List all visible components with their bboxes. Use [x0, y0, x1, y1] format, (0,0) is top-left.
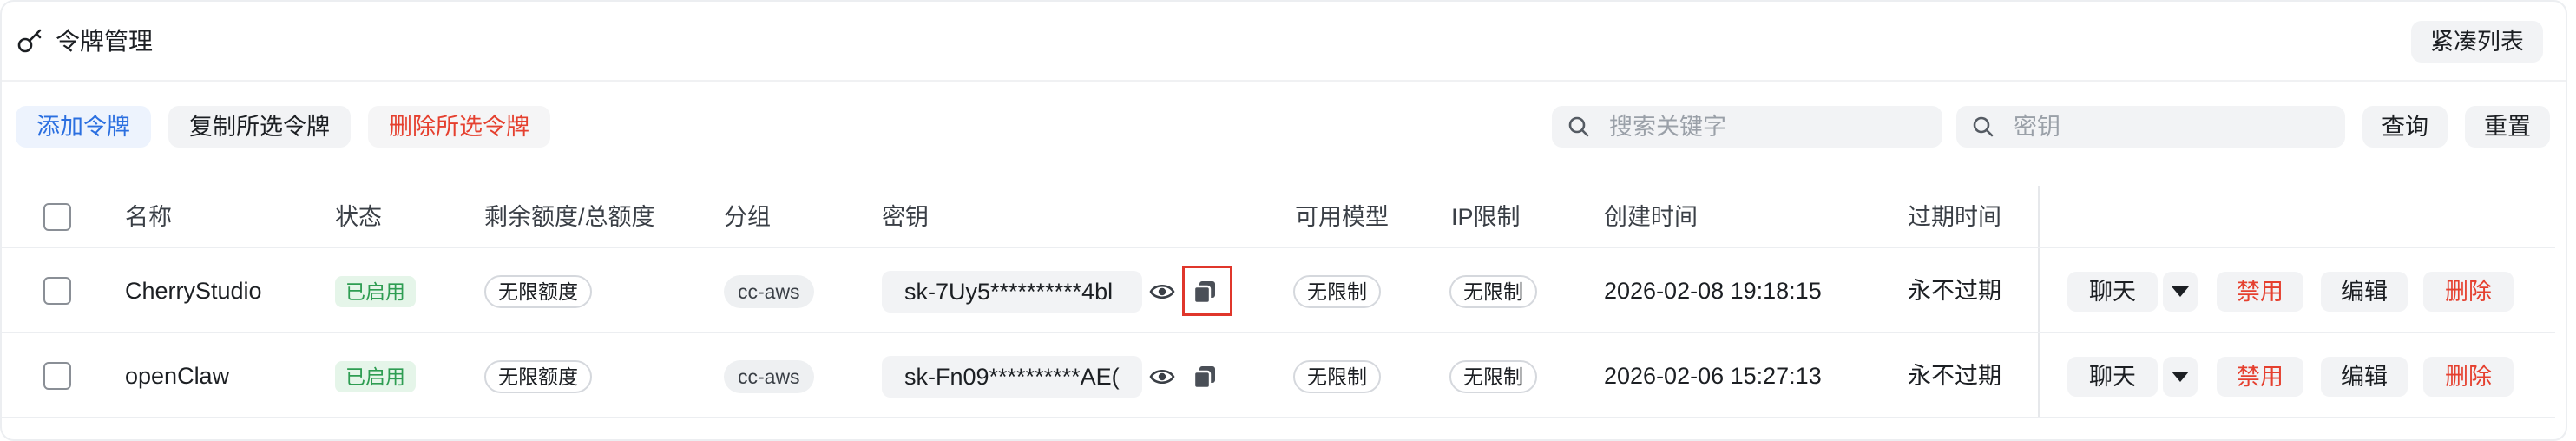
- query-button[interactable]: 查询: [2362, 106, 2448, 148]
- edit-button[interactable]: 编辑: [2321, 357, 2408, 397]
- column-header-status: 状态: [335, 204, 382, 230]
- status-badge: 已启用: [335, 276, 416, 307]
- column-header-quota: 剩余额度/总额度: [484, 204, 655, 230]
- chat-dropdown-button[interactable]: [2163, 357, 2198, 397]
- page-title: 令牌管理: [56, 28, 154, 55]
- group-badge: cc-aws: [724, 275, 814, 308]
- token-name: CherryStudio: [125, 278, 262, 304]
- add-token-button[interactable]: 添加令牌: [16, 106, 151, 148]
- column-header-models: 可用模型: [1295, 204, 1389, 230]
- ip-limit-badge: 无限制: [1449, 275, 1537, 308]
- column-header-expires: 过期时间: [1908, 204, 2001, 230]
- copy-button-highlight: [1182, 266, 1232, 316]
- key-search-input[interactable]: 密钥: [1956, 106, 2345, 148]
- copy-selected-tokens-button[interactable]: 复制所选令牌: [168, 106, 351, 148]
- key-value: sk-Fn09**********AE(: [904, 364, 1120, 390]
- compact-list-button[interactable]: 紧凑列表: [2411, 21, 2543, 63]
- token-management-panel: 令牌管理 紧凑列表 添加令牌 复制所选令牌 删除所选令牌 搜索关键字 密钥 查询…: [0, 0, 2567, 441]
- table-row: openClaw 已启用 无限额度 cc-aws sk-Fn09********…: [2, 333, 2555, 418]
- delete-button[interactable]: 删除: [2423, 272, 2514, 312]
- token-name: openClaw: [125, 363, 230, 389]
- eye-icon[interactable]: [1149, 365, 1175, 388]
- column-header-name: 名称: [125, 204, 172, 230]
- toolbar: 添加令牌 复制所选令牌 删除所选令牌 搜索关键字 密钥 查询 重置: [2, 82, 2566, 160]
- delete-selected-tokens-button[interactable]: 删除所选令牌: [368, 106, 550, 148]
- reset-button[interactable]: 重置: [2465, 106, 2550, 148]
- table-header: 名称 状态 剩余额度/总额度 分组 密钥 可用模型 IP限制 创建时间 过期时间: [2, 186, 2555, 248]
- key-icon: [17, 29, 42, 53]
- key-value: sk-7Uy5**********4bl: [904, 279, 1114, 305]
- panel-header: 令牌管理 紧凑列表: [2, 2, 2566, 82]
- search-icon: [1973, 116, 1994, 137]
- copy-icon[interactable]: [1193, 365, 1217, 389]
- delete-button[interactable]: 删除: [2423, 357, 2514, 397]
- models-badge: 无限制: [1293, 275, 1381, 308]
- disable-button[interactable]: 禁用: [2217, 272, 2303, 312]
- quota-badge: 无限额度: [484, 275, 592, 308]
- chat-dropdown-button[interactable]: [2163, 272, 2198, 312]
- keyword-search-placeholder: 搜索关键字: [1609, 114, 1726, 140]
- column-header-group: 分组: [724, 204, 771, 230]
- column-header-key: 密钥: [882, 204, 929, 230]
- eye-icon[interactable]: [1149, 280, 1175, 303]
- models-badge: 无限制: [1293, 360, 1381, 393]
- select-all-checkbox[interactable]: [43, 203, 71, 231]
- column-header-created: 创建时间: [1604, 204, 1698, 230]
- key-search-placeholder: 密钥: [2014, 114, 2060, 140]
- created-time: 2026-02-06 15:27:13: [1604, 363, 1822, 389]
- group-badge: cc-aws: [724, 360, 814, 393]
- table-row: CherryStudio 已启用 无限额度 cc-aws sk-7Uy5****…: [2, 248, 2555, 333]
- expire-time: 永不过期: [1908, 363, 2001, 389]
- row-checkbox[interactable]: [43, 362, 71, 390]
- status-badge: 已启用: [335, 361, 416, 392]
- chat-button[interactable]: 聊天: [2067, 272, 2158, 312]
- search-icon: [1568, 116, 1589, 137]
- edit-button[interactable]: 编辑: [2321, 272, 2408, 312]
- chevron-down-icon: [2172, 286, 2189, 297]
- expire-time: 永不过期: [1908, 278, 2001, 304]
- created-time: 2026-02-08 19:18:15: [1604, 278, 1822, 304]
- row-checkbox[interactable]: [43, 277, 71, 305]
- column-header-ip-limit: IP限制: [1451, 204, 1521, 230]
- keyword-search-input[interactable]: 搜索关键字: [1552, 106, 1942, 148]
- chevron-down-icon: [2172, 372, 2189, 382]
- chat-button[interactable]: 聊天: [2067, 357, 2158, 397]
- disable-button[interactable]: 禁用: [2217, 357, 2303, 397]
- quota-badge: 无限额度: [484, 360, 592, 393]
- ip-limit-badge: 无限制: [1449, 360, 1537, 393]
